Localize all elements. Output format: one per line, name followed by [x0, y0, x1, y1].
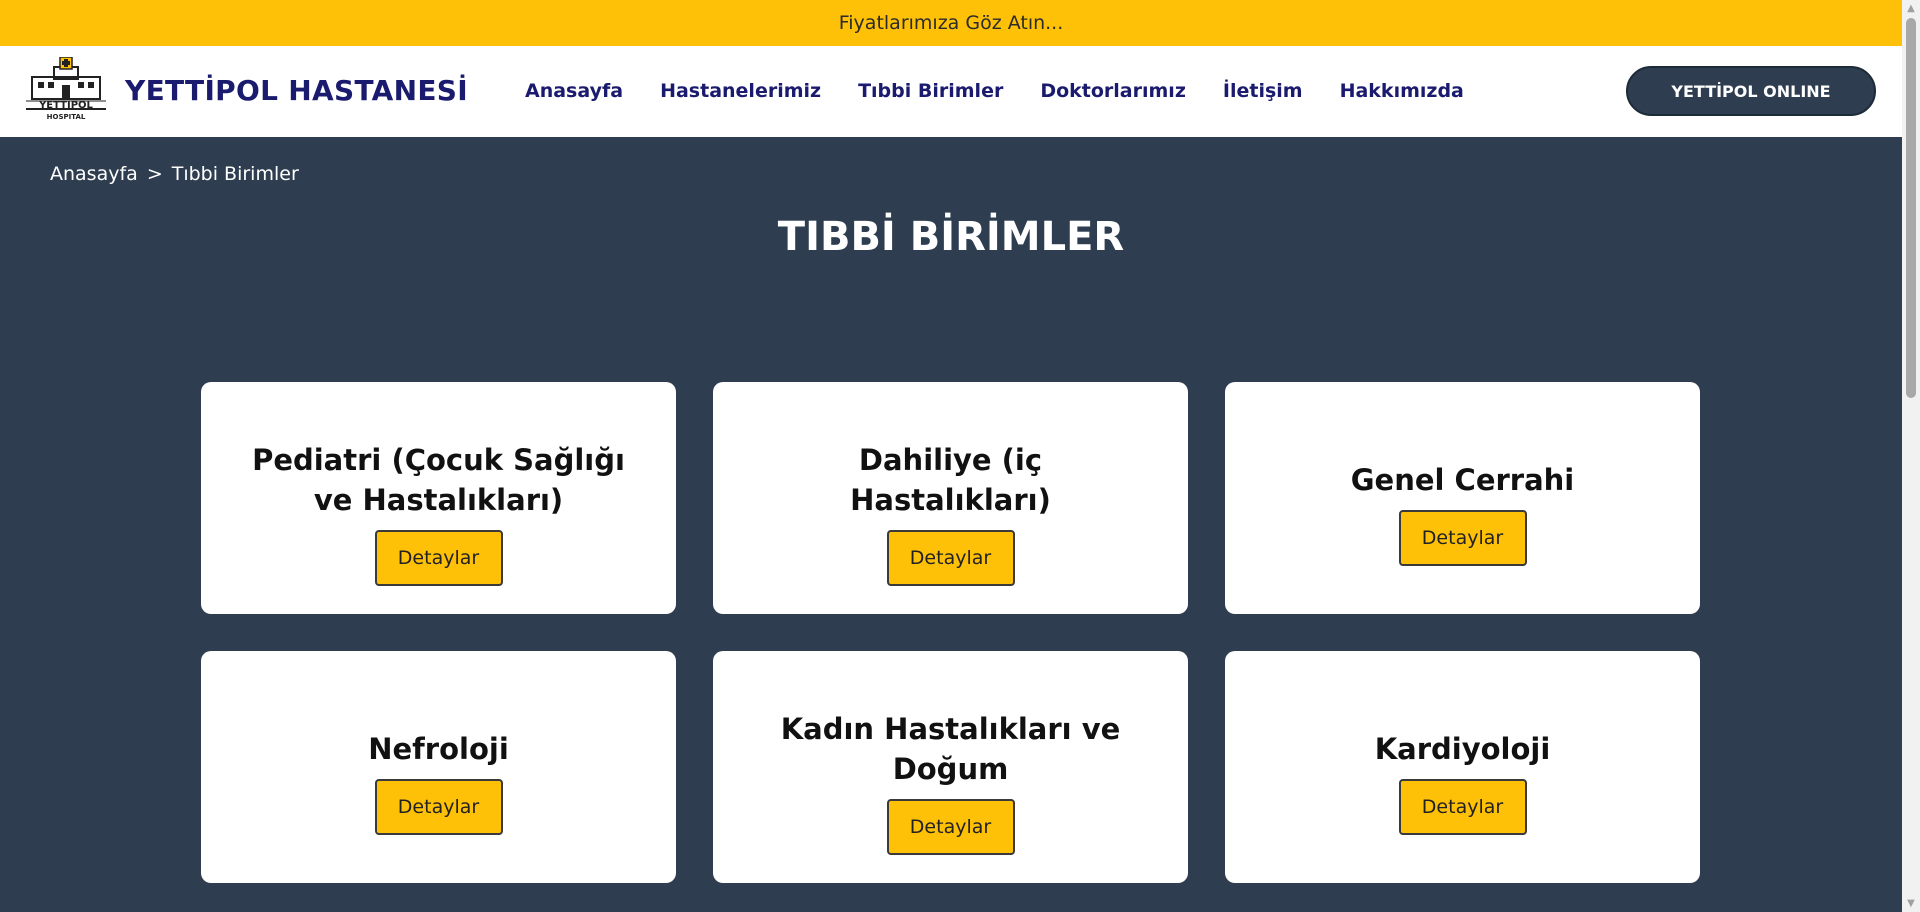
breadcrumb-separator: >: [146, 163, 163, 185]
promo-bar[interactable]: Fiyatlarımıza Göz Atın...: [0, 0, 1902, 46]
unit-card-genel-cerrahi: Genel Cerrahi Detaylar: [1225, 382, 1700, 614]
breadcrumb: Anasayfa > Tıbbi Birimler: [50, 163, 299, 185]
unit-card-title: Genel Cerrahi: [1350, 463, 1575, 497]
hospital-logo-icon[interactable]: YETTİPOL HOSPITAL: [24, 57, 108, 121]
nav-item-iletisim[interactable]: İletişim: [1223, 80, 1303, 102]
page-title: TIBBİ BİRİMLER: [777, 214, 1125, 260]
unit-card-title: Kadın Hastalıkları ve Doğum: [780, 712, 1121, 786]
brand-name[interactable]: YETTİPOL HASTANESİ: [125, 74, 468, 107]
scroll-up-arrow-icon[interactable]: ▲: [1902, 0, 1920, 17]
logo-name: YETTİPOL: [38, 97, 93, 111]
units-grid: Pediatri (Çocuk Sağlığı ve Hastalıkları)…: [201, 382, 1700, 883]
nav-item-anasayfa[interactable]: Anasayfa: [525, 80, 623, 102]
nav-item-tibbi-birimler[interactable]: Tıbbi Birimler: [858, 80, 1003, 102]
main-nav: Anasayfa Hastanelerimiz Tıbbi Birimler D…: [525, 80, 1501, 102]
page: Fiyatlarımıza Göz Atın... YETTİPOL HOSPI…: [0, 0, 1920, 912]
breadcrumb-current: Tıbbi Birimler: [171, 163, 299, 185]
scroll-thumb[interactable]: [1906, 18, 1916, 398]
logo-subtitle: HOSPITAL: [47, 113, 86, 121]
unit-card-title: Dahiliye (iç Hastalıkları): [850, 443, 1051, 517]
nav-item-hakkimizda[interactable]: Hakkımızda: [1340, 80, 1464, 102]
unit-card-kardiyoloji: Kardiyoloji Detaylar: [1225, 651, 1700, 883]
vertical-scrollbar[interactable]: ▲ ▼: [1902, 0, 1920, 912]
site-header: YETTİPOL HOSPITAL YETTİPOL HASTANESİ Ana…: [0, 46, 1902, 137]
scroll-down-arrow-icon[interactable]: ▼: [1902, 895, 1920, 912]
details-button[interactable]: Detaylar: [886, 799, 1015, 855]
unit-card-title: Pediatri (Çocuk Sağlığı ve Hastalıkları): [252, 443, 625, 517]
unit-card-nefroloji: Nefroloji Detaylar: [201, 651, 676, 883]
nav-item-doktorlarimiz[interactable]: Doktorlarımız: [1040, 80, 1186, 102]
unit-card-kadin-hastaliklari: Kadın Hastalıkları ve Doğum Detaylar: [713, 651, 1188, 883]
details-button[interactable]: Detaylar: [886, 530, 1015, 586]
unit-card-title: Nefroloji: [368, 732, 509, 766]
unit-card-title: Kardiyoloji: [1374, 732, 1551, 766]
nav-item-hastanelerimiz[interactable]: Hastanelerimiz: [660, 80, 821, 102]
unit-card-pediatri: Pediatri (Çocuk Sağlığı ve Hastalıkları)…: [201, 382, 676, 614]
unit-card-dahiliye: Dahiliye (iç Hastalıkları) Detaylar: [713, 382, 1188, 614]
details-button[interactable]: Detaylar: [374, 779, 503, 835]
online-button[interactable]: YETTİPOL ONLINE: [1626, 66, 1876, 116]
details-button[interactable]: Detaylar: [374, 530, 503, 586]
details-button[interactable]: Detaylar: [1398, 510, 1527, 566]
breadcrumb-home[interactable]: Anasayfa: [50, 163, 138, 185]
details-button[interactable]: Detaylar: [1398, 779, 1527, 835]
promo-text[interactable]: Fiyatlarımıza Göz Atın...: [839, 12, 1064, 34]
